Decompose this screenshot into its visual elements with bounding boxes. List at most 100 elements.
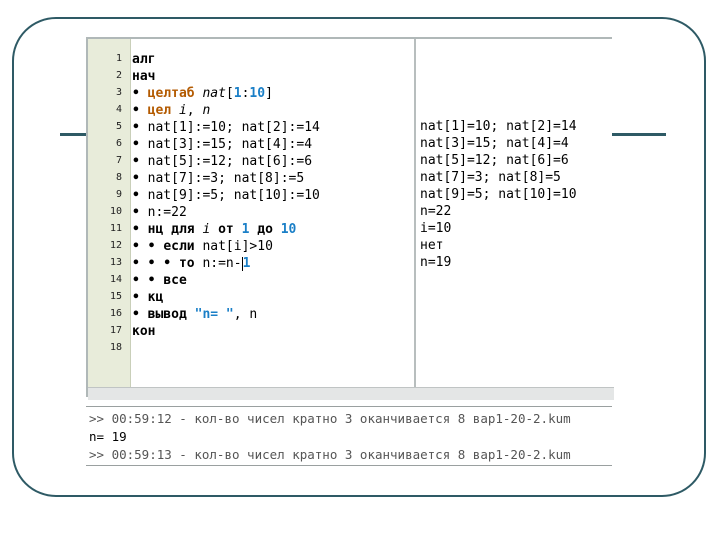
keyword: все	[163, 273, 187, 288]
output-line: nat[3]=15; nat[4]=4	[420, 136, 569, 151]
line-number: 3	[115, 87, 122, 98]
code-line-16: • вывод "n= ", n	[132, 306, 257, 323]
statement: nat[5]:=12; nat[6]:=6	[147, 154, 313, 169]
line-number: 10	[109, 206, 122, 217]
console-output: >> 00:59:12 - кол-во чисел кратно 3 окан…	[86, 406, 612, 466]
number: 10	[249, 86, 266, 101]
code-line-7: • nat[5]:=12; nat[6]:=6	[132, 153, 312, 170]
indent-dot: •	[132, 307, 140, 322]
statement: nat[9]:=5; nat[10]:=10	[147, 188, 320, 203]
code-line-14: • • все	[132, 272, 187, 289]
line-number: 5	[115, 121, 122, 132]
keyword: цел	[147, 103, 172, 118]
code-line-3: • целтаб nat[1:10]	[132, 85, 273, 102]
string-literal: "n= "	[194, 307, 234, 322]
variable: i	[202, 222, 211, 237]
line-number-gutter: 1 2 3 4 5 6 7 8 9 10 11 12 13 14 15 16 1…	[88, 39, 131, 387]
assignment: n:=n-	[202, 256, 242, 271]
horizontal-scrollbar[interactable]	[88, 387, 614, 400]
keyword: нач	[132, 69, 156, 84]
output-line: nat[9]=5; nat[10]=10	[420, 187, 577, 202]
keyword: от	[218, 222, 234, 237]
line-number: 15	[109, 291, 122, 302]
keyword: нц для	[147, 222, 195, 237]
keyword: если	[163, 239, 195, 254]
variables-output-panel: nat[1]=10; nat[2]=14 nat[3]=15; nat[4]=4…	[418, 39, 614, 387]
keyword: то	[178, 256, 195, 271]
indent-dot: •	[132, 188, 140, 203]
indent-dot: •	[132, 137, 140, 152]
output-line: нет	[420, 238, 444, 253]
indent-dot: •	[132, 103, 140, 118]
variable: i	[178, 103, 187, 118]
code-line-11: • нц для i от 1 до 10	[132, 221, 296, 238]
line-number: 8	[115, 172, 122, 183]
line-number: 1	[115, 53, 122, 64]
code-line-17: кон	[132, 323, 155, 340]
line-number: 6	[115, 138, 122, 149]
line-number: 9	[115, 189, 122, 200]
keyword: кон	[132, 324, 156, 339]
indent-dots: • • •	[132, 256, 172, 271]
line-number: 18	[109, 342, 122, 353]
variable: nat	[202, 86, 226, 101]
number: 1	[242, 256, 251, 271]
code-line-5: • nat[1]:=10; nat[2]:=14	[132, 119, 320, 136]
indent-dot: •	[132, 171, 140, 186]
line-number: 2	[115, 70, 122, 81]
output-line: nat[5]=12; nat[6]=6	[420, 153, 569, 168]
indent-dot: •	[132, 154, 140, 169]
indent-dots: • •	[132, 273, 156, 288]
output-line: n=22	[420, 204, 452, 219]
indent-dot: •	[132, 290, 140, 305]
output-line: i=10	[420, 221, 452, 236]
statement: nat[3]:=15; nat[4]:=4	[147, 137, 313, 152]
code-line-10: • n:=22	[132, 204, 187, 221]
keyword: кц	[147, 290, 164, 305]
decorative-line-right	[612, 133, 666, 136]
keyword: вывод	[147, 307, 187, 322]
number: 1	[241, 222, 250, 237]
code-line-4: • цел i, n	[132, 102, 210, 119]
code-editor-window: 1 2 3 4 5 6 7 8 9 10 11 12 13 14 15 16 1…	[86, 37, 614, 400]
keyword: до	[257, 222, 273, 237]
output-line: n=19	[420, 255, 452, 270]
panel-splitter[interactable]	[414, 39, 416, 387]
line-number: 13	[109, 257, 122, 268]
number: 10	[280, 222, 297, 237]
code-line-6: • nat[3]:=15; nat[4]:=4	[132, 136, 312, 153]
number: 1	[233, 86, 242, 101]
variable: n	[202, 103, 211, 118]
indent-dot: •	[132, 120, 140, 135]
line-number: 14	[109, 274, 122, 285]
indent-dots: • •	[132, 239, 156, 254]
indent-dot: •	[132, 205, 140, 220]
line-number: 4	[115, 104, 122, 115]
indent-dot: •	[132, 222, 140, 237]
indent-dot: •	[132, 86, 140, 101]
keyword: целтаб	[147, 86, 195, 101]
keyword: алг	[132, 52, 156, 67]
code-line-8: • nat[7]:=3; nat[8]:=5	[132, 170, 304, 187]
output-line: nat[7]=3; nat[8]=5	[420, 170, 561, 185]
output-line: nat[1]=10; nat[2]=14	[420, 119, 577, 134]
statement: nat[1]:=10; nat[2]:=14	[147, 120, 320, 135]
statement: nat[7]:=3; nat[8]:=5	[147, 171, 305, 186]
code-line-12: • • если nat[i]>10	[132, 238, 273, 255]
code-line-9: • nat[9]:=5; nat[10]:=10	[132, 187, 320, 204]
condition: nat[i]>10	[202, 239, 273, 254]
line-number: 7	[115, 155, 122, 166]
bracket: [	[225, 86, 234, 101]
code-line-15: • кц	[132, 289, 163, 306]
code-line-1: алг	[132, 51, 155, 68]
output-args: , n	[233, 307, 258, 322]
console-line: n= 19	[89, 429, 127, 444]
line-number: 12	[109, 240, 122, 251]
line-number: 17	[109, 325, 122, 336]
statement: n:=22	[147, 205, 187, 220]
line-number: 11	[109, 223, 122, 234]
code-line-2: нач	[132, 68, 155, 85]
line-number: 16	[109, 308, 122, 319]
separator: ,	[186, 103, 195, 118]
code-line-13: • • • то n:=n-1	[132, 255, 250, 272]
